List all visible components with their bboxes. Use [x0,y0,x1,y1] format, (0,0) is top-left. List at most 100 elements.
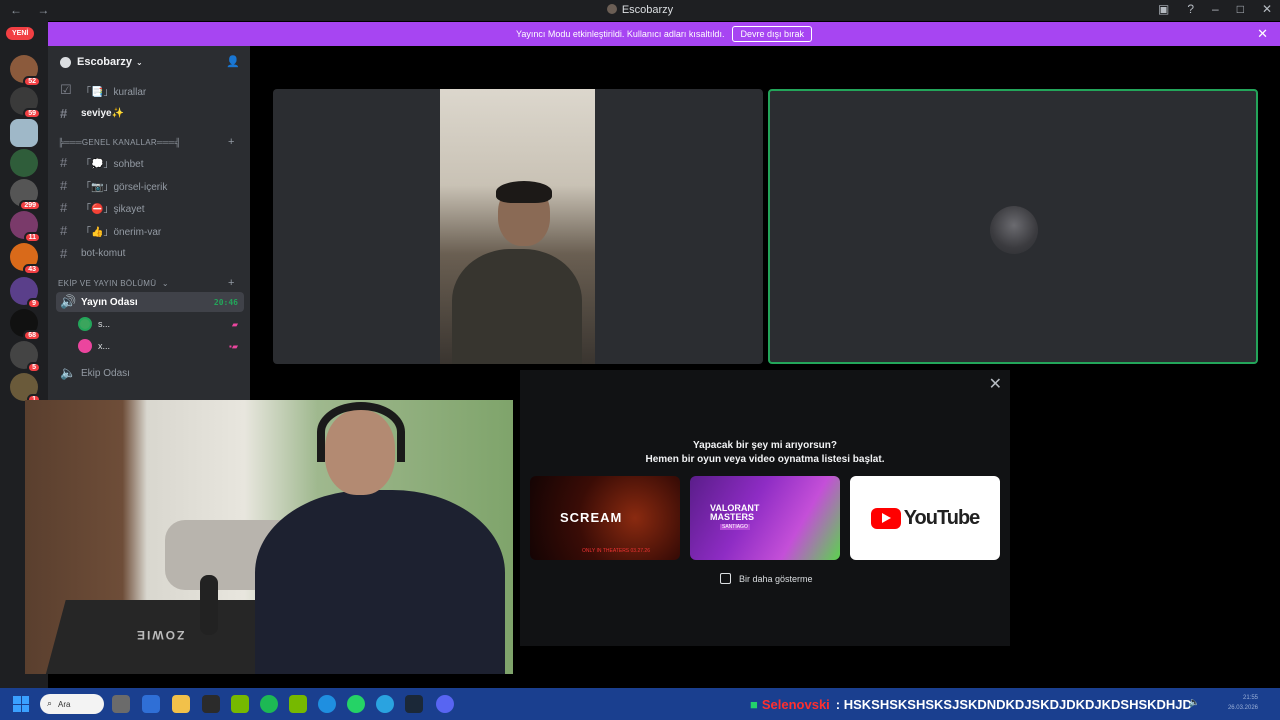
streamer-mode-banner: Yayıncı Modu etkinleştirildi. Kullanıcı … [48,22,1280,46]
card-date: ONLY IN THEATERS 03.27.26 [582,548,650,554]
category-genel[interactable]: ╠═══GENEL KANALLAR═══╣ + [58,136,234,148]
headset [317,402,405,462]
mention-badge: 5 [27,362,41,373]
server-icon[interactable]: 59 [10,87,41,119]
maximize-button[interactable]: □ [1237,2,1244,16]
streamer-body [255,490,505,674]
server-icon[interactable]: 68 [10,309,41,341]
windows-start-icon[interactable] [13,696,29,712]
dont-show-again-checkbox[interactable]: Bir daha gösterme [720,573,813,584]
server-name: Escobarzy [77,56,133,68]
server-icon[interactable]: 1 [10,373,41,405]
live-icon: ▰ [231,319,238,329]
server-icon[interactable]: 11 [10,211,41,243]
speaker-icon[interactable]: 🔈 [1189,697,1200,707]
voice-user[interactable]: s... ▰ [78,315,244,333]
close-icon[interactable]: ✕ [989,374,1002,394]
voice-icon: 🔊 [60,294,77,309]
server-icon [60,56,71,68]
channel-sikayet[interactable]: # 「⛔」şikayet [56,197,244,217]
microphone [200,575,218,635]
voice-channel-ekip-odasi[interactable]: 🔈 Ekip Odası [56,363,244,383]
channel-label: 「💭」sohbet [81,158,144,170]
telegram-icon[interactable] [376,695,394,713]
badge-icon: ■ [750,696,758,712]
activity-launcher: ✕ Yapacak bir şey mi arıyorsun? Hemen bi… [520,370,1010,646]
activity-card-scream[interactable]: SCREAM ONLY IN THEATERS 03.27.26 [530,476,680,560]
hash-icon: # [60,222,68,238]
channel-label: Yayın Odası [81,296,138,308]
channel-gorsel-icerik[interactable]: # 「📷」görsel-içerik [56,175,244,195]
channel-seviye[interactable]: # seviye✨ [56,103,244,123]
disable-streamer-mode-button[interactable]: Devre dışı bırak [732,26,812,42]
task-view-icon[interactable] [112,695,130,713]
add-channel-icon[interactable]: + [228,277,235,289]
app-icon[interactable] [142,695,160,713]
channel-onerim-var[interactable]: # 「👍」önerim-var [56,220,244,240]
server-icon[interactable]: 43 [10,243,41,275]
system-tray[interactable]: 🔈 21:55 26.03.2026 [1189,693,1258,713]
activity-subheading: Hemen bir oyun veya video oynatma listes… [645,454,885,465]
close-button[interactable]: ✕ [1262,2,1272,16]
server-icon[interactable]: 299 [10,179,41,211]
activity-card-valorant[interactable]: VALORANT MASTERS SANTIAGO [690,476,840,560]
chevron-down-icon: ⌄ [161,279,169,288]
clock-time: 21:55 [1242,695,1258,701]
voice-user[interactable]: x... ▪▰ [78,337,244,355]
close-icon[interactable]: ✕ [1257,26,1268,42]
add-member-icon[interactable]: 👤 [226,55,240,68]
mention-badge: 68 [23,330,41,341]
whatsapp-icon[interactable] [347,695,365,713]
spotify-icon[interactable] [260,695,278,713]
steam-icon[interactable] [405,695,423,713]
call-timer: 20:46 [213,297,238,307]
discord-icon[interactable] [436,695,454,713]
avatar [990,206,1038,254]
obs-icon[interactable] [202,695,220,713]
voice-icon: 🔈 [60,365,77,380]
chevron-down-icon: ⌄ [136,57,143,67]
checkbox[interactable] [720,573,731,584]
taskbar: ⌕ Ara ■ Selenovski : HSKSHSKSHSKSJSKDNDK… [0,688,1280,720]
activity-card-youtube[interactable]: YouTube [850,476,1000,560]
edge-icon[interactable] [318,695,336,713]
nvidia-app-icon[interactable] [289,695,307,713]
voice-channel-yayin-odasi[interactable]: 🔊 Yayın Odası 20:46 [56,292,244,312]
server-icon[interactable] [10,119,38,147]
taskbar-search[interactable]: ⌕ Ara [40,694,104,714]
avatar [78,317,92,331]
video-tile[interactable] [273,89,763,364]
avatar [78,339,92,353]
inbox-icon[interactable]: ▣ [1158,2,1169,16]
server-icon[interactable]: 52 [10,55,41,87]
clock-date: 26.03.2026 [1227,705,1258,711]
person-hair [496,181,552,203]
channel-label: bot-komut [81,247,126,259]
hash-icon: # [60,199,68,215]
server-icon[interactable]: 9 [10,277,41,309]
channel-kurallar[interactable]: ☑ 「📑」kurallar [56,80,244,100]
window-controls: ▣ ? – □ ✕ [1158,2,1272,16]
mention-badge: 11 [23,232,41,243]
file-explorer-icon[interactable] [172,695,190,713]
category-label: ╠═══GENEL KANALLAR═══╣ [58,138,181,147]
add-channel-icon[interactable]: + [228,136,235,148]
server-icon[interactable]: 5 [10,341,41,373]
nvidia-icon[interactable] [231,695,249,713]
card-title: YouTube [903,506,981,529]
server-header[interactable]: Escobarzy ⌄ 👤 [48,46,250,78]
new-badge: YENİ [6,27,35,40]
channel-bot-komut[interactable]: # bot-komut [56,243,244,263]
hash-icon: # [60,177,68,193]
channel-label: 「📑」kurallar [81,86,147,98]
minimize-button[interactable]: – [1212,2,1219,16]
card-title: VALORANT MASTERS [710,503,760,522]
server-icon[interactable] [10,149,38,177]
help-icon[interactable]: ? [1187,2,1194,16]
mention-badge: 59 [23,108,41,119]
channel-label: Ekip Odası [81,367,130,379]
speaking-tile[interactable] [768,89,1258,364]
channel-sohbet[interactable]: # 「💭」sohbet [56,152,244,172]
category-ekip[interactable]: EKİP VE YAYIN BÖLÜMÜ ⌄ + [58,277,234,289]
activity-heading: Yapacak bir şey mi arıyorsun? [693,440,837,451]
